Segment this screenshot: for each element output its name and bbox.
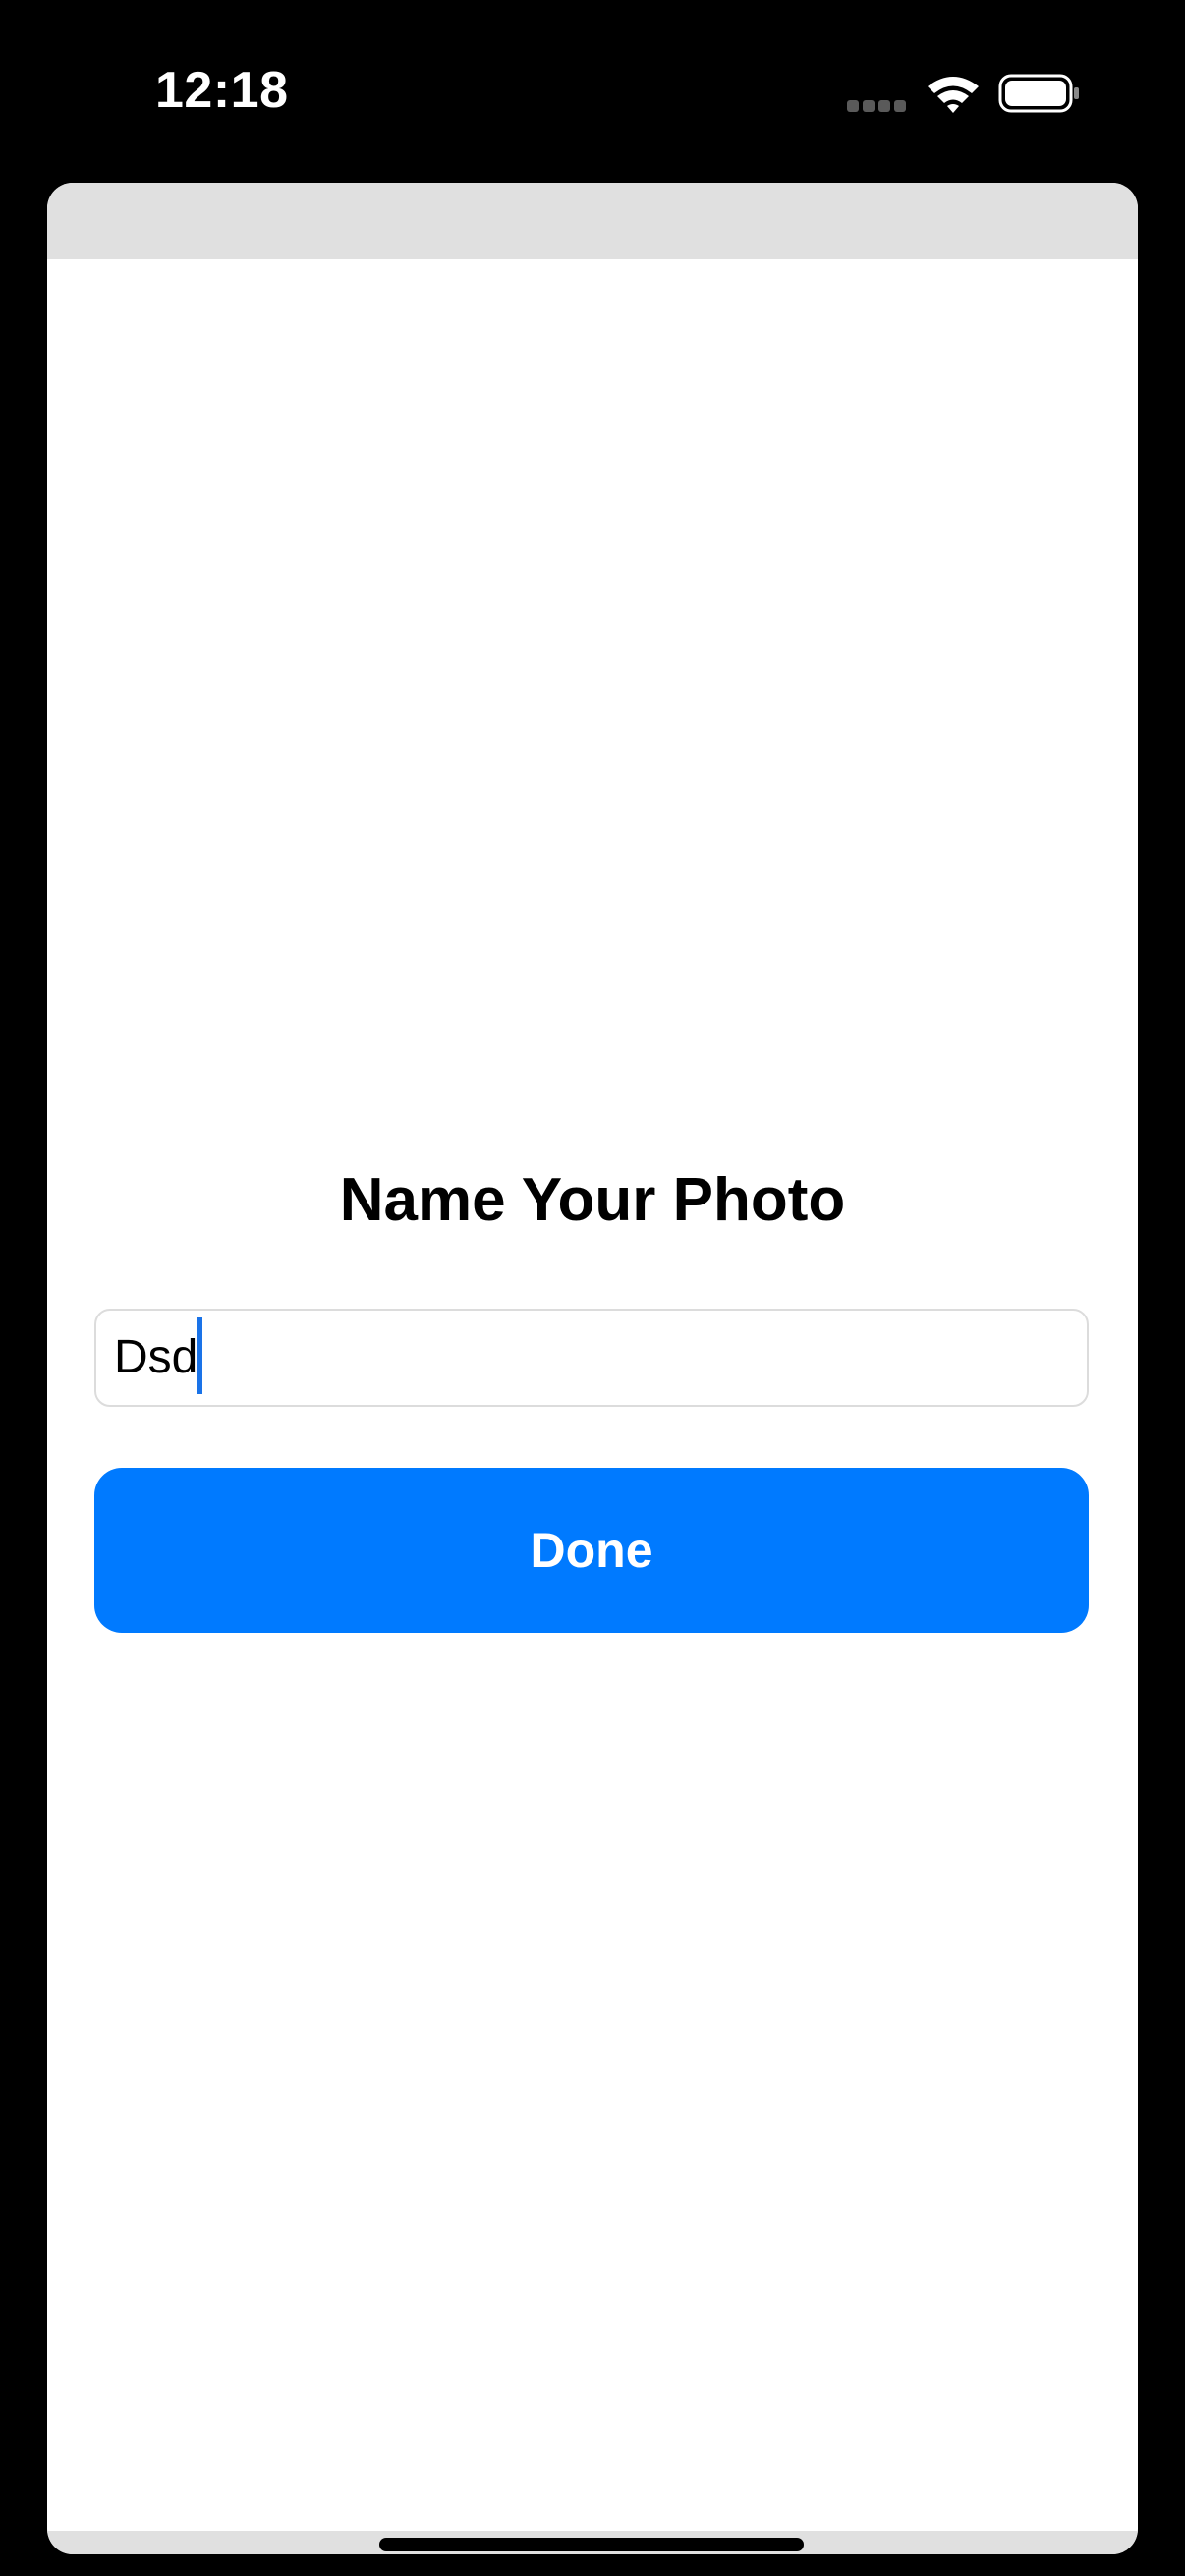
dialog-title: Name Your Photo	[339, 1166, 846, 1234]
text-caret	[198, 1317, 203, 1395]
modal-sheet: Name Your Photo Dsd Done	[47, 183, 1138, 2554]
photo-name-input[interactable]: Dsd	[94, 1309, 1089, 1407]
sheet-header	[47, 183, 1138, 259]
photo-name-text: Dsd	[114, 1331, 198, 1383]
wifi-icon	[928, 77, 979, 113]
battery-icon	[998, 74, 1079, 113]
done-button[interactable]: Done	[94, 1468, 1089, 1633]
done-button-label: Done	[530, 1523, 653, 1578]
signal-icon	[847, 100, 908, 112]
photo-name-value: Dsd	[114, 1317, 203, 1395]
status-time: 12:18	[155, 62, 289, 119]
status-bar: 12:18	[0, 0, 1185, 177]
phone-screen: 12:18 Name Your Photo Dsd Done	[0, 0, 1185, 2576]
home-indicator[interactable]	[379, 2538, 804, 2551]
